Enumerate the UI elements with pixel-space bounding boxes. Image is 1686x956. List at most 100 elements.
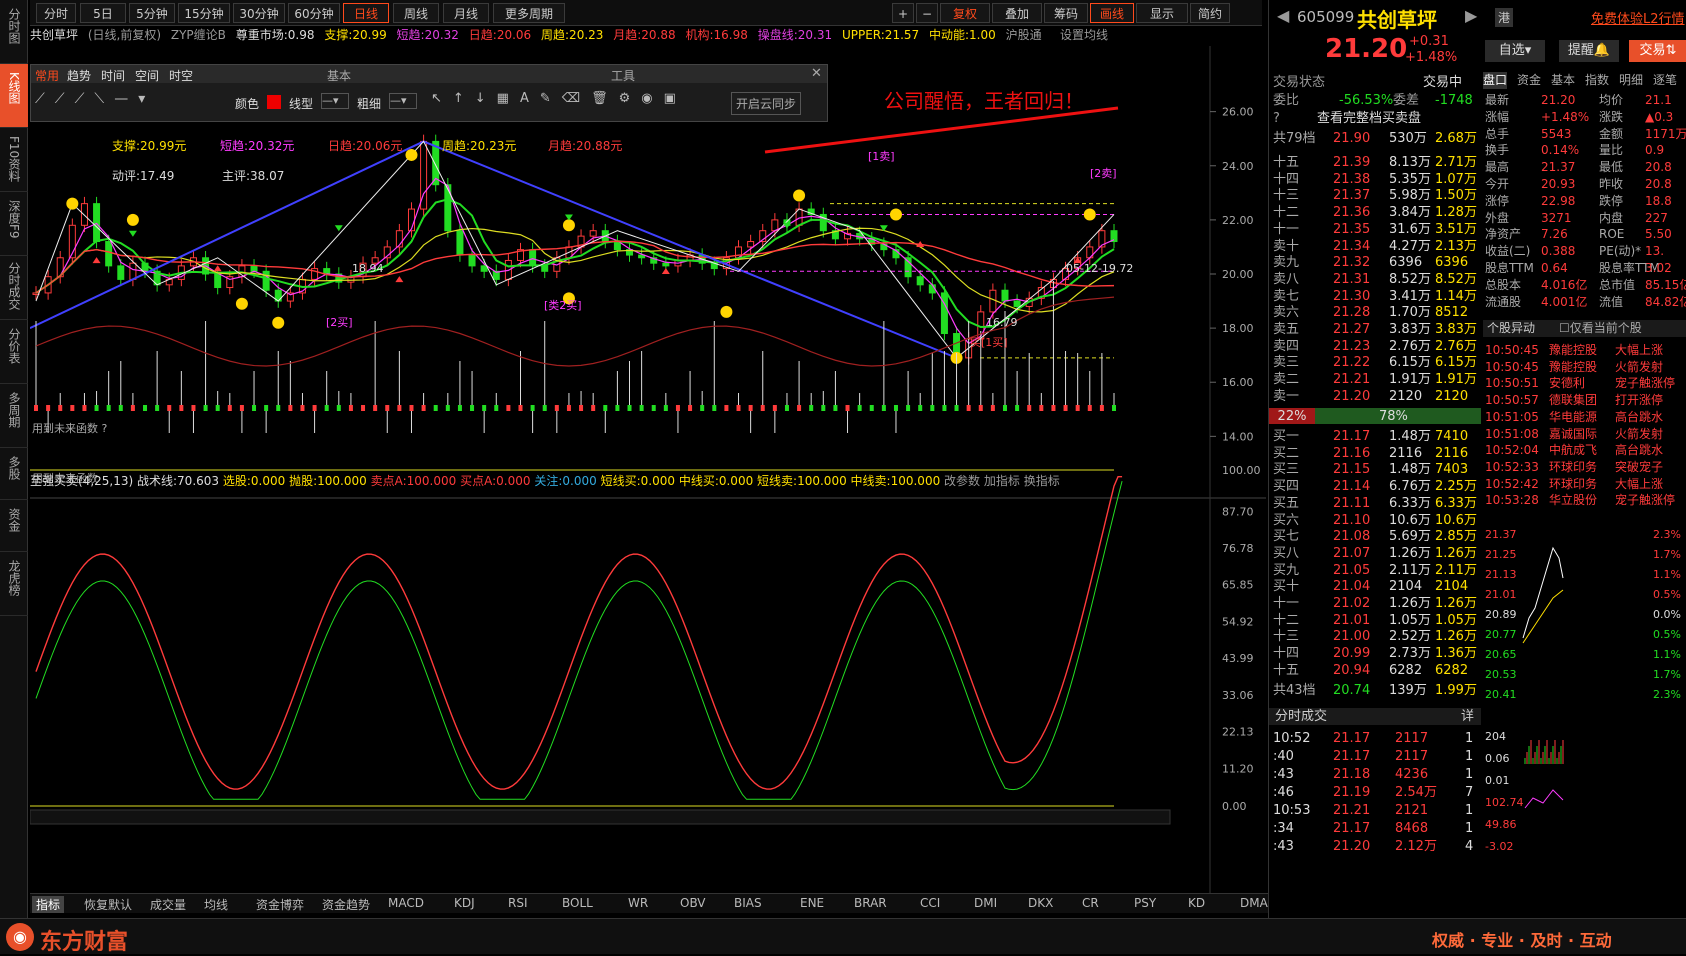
mini-intraday-chart[interactable]: 21.37 2.3% 21.25 1.7% 21.13 1.1% 21.01 0.5% 20.8… xyxy=(1483,518,1686,868)
tab-weekly[interactable]: 周线 xyxy=(393,3,439,23)
buy-row[interactable]: 十三 21.00 2.52万 1.26万 xyxy=(1269,628,1481,645)
indicator-tab[interactable]: BIAS xyxy=(734,896,762,910)
simple-button[interactable]: 简约 xyxy=(1190,3,1230,23)
zoom-in-button[interactable]: + xyxy=(892,3,914,23)
indicator-tab[interactable]: DMI xyxy=(974,896,997,910)
buy-row[interactable]: 十一 21.02 1.26万 1.26万 xyxy=(1269,595,1481,612)
sell-row[interactable]: 卖五 21.27 3.83万 3.83万 xyxy=(1269,321,1481,338)
buy-row[interactable]: 买六 21.10 10.6万 10.6万 xyxy=(1269,512,1481,529)
buy-row[interactable]: 买一 21.17 1.48万 7410 xyxy=(1269,428,1481,445)
tab-30min[interactable]: 30分钟 xyxy=(233,3,285,23)
pankou-tab[interactable]: 明细 xyxy=(1619,72,1643,89)
sell-row[interactable]: 卖十 21.34 4.27万 2.13万 xyxy=(1269,238,1481,255)
tool-tab-space[interactable]: 空间 xyxy=(135,67,159,84)
abnormal-row[interactable]: 10:50:57 德联集团 打开涨停 xyxy=(1483,392,1686,409)
indicator-tab[interactable]: DMA xyxy=(1240,896,1268,910)
main-indicator[interactable]: ZYP缠论B xyxy=(171,28,226,42)
buy-row[interactable]: 买七 21.08 5.69万 2.85万 xyxy=(1269,528,1481,545)
buy-row[interactable]: 买十 21.04 2104 2104 xyxy=(1269,578,1481,595)
abnormal-row[interactable]: 10:50:45 豫能控股 大幅上涨 xyxy=(1483,342,1686,359)
abnormal-row[interactable]: 10:53:28 华立股份 宠子触涨停 xyxy=(1483,492,1686,509)
buy-row[interactable]: 买三 21.15 1.48万 7403 xyxy=(1269,461,1481,478)
line-tools[interactable]: ⟋⟋⟋⟍—▾ xyxy=(35,91,215,115)
sell-row[interactable]: 卖九 21.32 6396 6396 xyxy=(1269,254,1481,271)
only-current-checkbox[interactable]: ☐仅看当前个股 xyxy=(1559,320,1642,337)
full-book-link[interactable]: 查看完整档买卖盘 xyxy=(1317,110,1421,127)
buy-row[interactable]: 十四 20.99 2.73万 1.36万 xyxy=(1269,645,1481,662)
zoom-out-button[interactable]: − xyxy=(916,3,938,23)
sell-row[interactable]: 十三 21.37 5.98万 1.50万 xyxy=(1269,187,1481,204)
nav-multi-stock[interactable]: 多股 xyxy=(0,448,28,500)
indicator-tab[interactable]: 成交量 xyxy=(150,896,186,913)
indicator-tab[interactable]: 指标 xyxy=(32,896,65,913)
nav-f9[interactable]: 深度F9 xyxy=(0,192,28,256)
pankou-tab[interactable]: 指数 xyxy=(1585,72,1609,89)
remind-button[interactable]: 提醒🔔 xyxy=(1559,40,1619,62)
chips-button[interactable]: 筹码 xyxy=(1044,3,1088,23)
indicator-tab[interactable]: RSI xyxy=(508,896,528,910)
indicator-tab[interactable]: MACD xyxy=(388,896,424,910)
indicator-tab[interactable]: DKX xyxy=(1028,896,1053,910)
adjust-button[interactable]: 复权 xyxy=(940,3,990,23)
abnormal-row[interactable]: 10:50:45 豫能控股 火箭发射 xyxy=(1483,359,1686,376)
add-indicator-button[interactable]: 加指标 xyxy=(984,474,1020,488)
nav-multi-period[interactable]: 多周期 xyxy=(0,384,28,448)
abnormal-row[interactable]: 10:52:04 中航成飞 高台跳水 xyxy=(1483,442,1686,459)
indicator-tab[interactable]: 恢复默认 xyxy=(84,896,132,913)
tool-tab-time[interactable]: 时间 xyxy=(101,67,125,84)
draw-tools[interactable]: ↖↑↓▦A✎⌫🗑⚙◉▣ xyxy=(431,91,721,113)
chart-area[interactable]: 26.00 24.00 22.00 20.00 18.00 16.00 14.00 100.0… xyxy=(30,46,1266,894)
nav-fenshi[interactable]: 分时图 xyxy=(0,0,28,64)
nav-funds[interactable]: 资金 xyxy=(0,500,28,552)
indicator-tab[interactable]: OBV xyxy=(680,896,706,910)
prev-stock-icon[interactable]: ◀ xyxy=(1277,6,1289,25)
nav-price-table[interactable]: 分价表 xyxy=(0,320,28,384)
buy-row[interactable]: 买五 21.11 6.33万 6.33万 xyxy=(1269,495,1481,512)
set-ma-button[interactable]: 设置均线 xyxy=(1060,26,1108,43)
abnormal-row[interactable]: 10:52:42 环球印务 大幅上涨 xyxy=(1483,476,1686,493)
line-style-select[interactable]: —▾ xyxy=(321,93,349,109)
tab-60min[interactable]: 60分钟 xyxy=(288,3,340,23)
display-button[interactable]: 显示 xyxy=(1136,3,1188,23)
draw-line-button[interactable]: 画线 xyxy=(1090,3,1134,23)
indicator-tab[interactable]: 资金趋势 xyxy=(322,896,370,913)
abnormal-row[interactable]: 10:50:51 安德利 宠子触涨停 xyxy=(1483,375,1686,392)
tab-monthly[interactable]: 月线 xyxy=(443,3,489,23)
tab-15min[interactable]: 15分钟 xyxy=(178,3,230,23)
edit-params-button[interactable]: 改参数 xyxy=(944,474,980,488)
sell-row[interactable]: 卖二 21.21 1.91万 1.91万 xyxy=(1269,371,1481,388)
tab-5day[interactable]: 5日 xyxy=(80,3,126,23)
tool-tab-common[interactable]: 常用 xyxy=(35,67,59,84)
indicator-tab[interactable]: BOLL xyxy=(562,896,593,910)
sell-row[interactable]: 十一 21.35 31.6万 3.51万 xyxy=(1269,221,1481,238)
sell-row[interactable]: 十二 21.36 3.84万 1.28万 xyxy=(1269,204,1481,221)
buy-row[interactable]: 买九 21.05 2.11万 2.11万 xyxy=(1269,562,1481,579)
buy-total-row[interactable]: 共43档 20.74 139万 1.99万 xyxy=(1269,682,1481,699)
tab-5min[interactable]: 5分钟 xyxy=(129,3,175,23)
tab-daily[interactable]: 日线 xyxy=(343,3,389,23)
nav-f10[interactable]: F10资料 xyxy=(0,128,28,192)
overlay-button[interactable]: 叠加 xyxy=(992,3,1042,23)
pankou-tab[interactable]: 逐笔 xyxy=(1653,72,1677,89)
osc-name[interactable]: 至强买卖(4,25,13) xyxy=(30,474,133,488)
sell-row[interactable]: 十五 21.39 8.13万 2.71万 xyxy=(1269,154,1481,171)
sell-row[interactable]: 卖七 21.30 3.41万 1.14万 xyxy=(1269,288,1481,305)
sell-row[interactable]: 卖四 21.23 2.76万 2.76万 xyxy=(1269,338,1481,355)
abnormal-row[interactable]: 10:51:05 华电能源 高台跳水 xyxy=(1483,409,1686,426)
l2-promo-link[interactable]: 免费体验L2行情 xyxy=(1591,8,1685,27)
indicator-tab[interactable]: WR xyxy=(628,896,648,910)
indicator-tab[interactable]: CCI xyxy=(920,896,940,910)
sell-row[interactable]: 卖三 21.22 6.15万 6.15万 xyxy=(1269,354,1481,371)
pankou-tab[interactable]: 盘口 xyxy=(1483,72,1508,89)
abnormal-row[interactable]: 10:51:08 嘉诚国际 火箭发射 xyxy=(1483,426,1686,443)
sell-total-row[interactable]: 共79档 21.90 530万 2.68万 xyxy=(1269,130,1481,147)
buy-row[interactable]: 买二 21.16 2116 2116 xyxy=(1269,445,1481,462)
sell-row[interactable]: 十四 21.38 5.35万 1.07万 xyxy=(1269,171,1481,188)
next-stock-icon[interactable]: ▶ xyxy=(1465,6,1477,25)
close-icon[interactable]: ✕ xyxy=(811,66,822,81)
indicator-tab[interactable]: BRAR xyxy=(854,896,887,910)
ticks-detail-button[interactable]: 详 xyxy=(1461,708,1474,725)
pankou-tab[interactable]: 资金 xyxy=(1517,72,1541,89)
indicator-tab[interactable]: KD xyxy=(1188,896,1205,910)
buy-row[interactable]: 买八 21.07 1.26万 1.26万 xyxy=(1269,545,1481,562)
